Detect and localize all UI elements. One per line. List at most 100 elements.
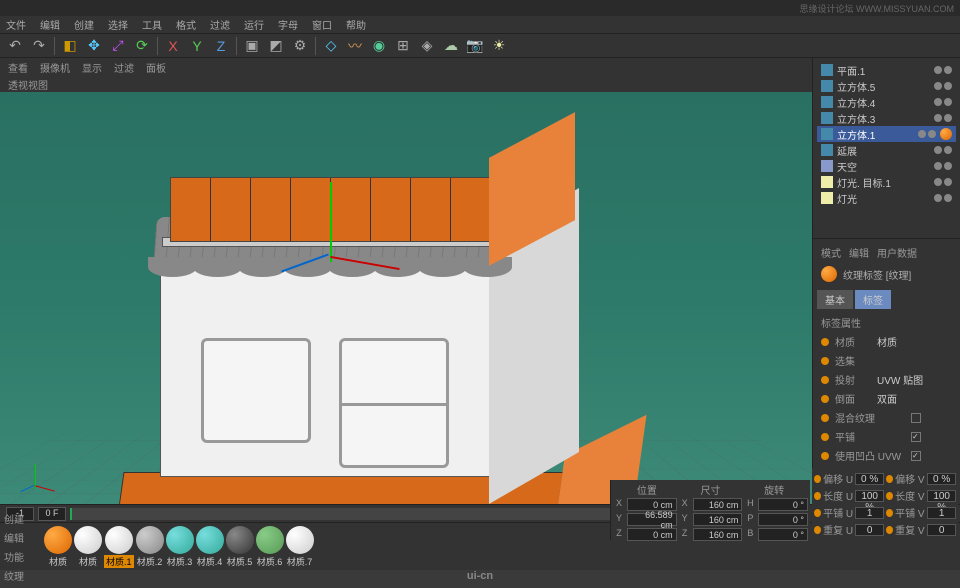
vp-menu-查看[interactable]: 查看	[8, 60, 28, 75]
material-tab[interactable]: 纹理	[0, 566, 40, 585]
add-deformer-icon[interactable]: ◈	[416, 35, 438, 57]
coord-header: 位置	[615, 482, 679, 497]
attr-value[interactable]: 双面	[877, 391, 952, 406]
num-value[interactable]: 0 %	[855, 473, 884, 485]
timeline-current-left[interactable]: 0 F	[38, 507, 66, 521]
rotate-tool-icon[interactable]: ⟳	[131, 35, 153, 57]
object-row[interactable]: 立方体.3	[817, 110, 956, 126]
menu-字母[interactable]: 字母	[278, 17, 298, 32]
material-tab[interactable]: 创建	[0, 509, 40, 528]
menu-编辑[interactable]: 编辑	[40, 17, 60, 32]
menu-帮助[interactable]: 帮助	[346, 17, 366, 32]
coord-size[interactable]: 160 cm	[693, 498, 743, 511]
material-item[interactable]: 材质.2	[136, 526, 164, 568]
render-settings-icon[interactable]: ⚙	[289, 35, 311, 57]
attr-head-item[interactable]: 模式	[821, 245, 841, 260]
object-row[interactable]: 灯光. 目标.1	[817, 174, 956, 190]
menu-文件[interactable]: 文件	[6, 17, 26, 32]
num-value[interactable]: 1	[855, 507, 884, 519]
num-value[interactable]: 100 %	[927, 490, 956, 502]
3d-viewport[interactable]: 网格间距 : 100 cm	[0, 92, 812, 504]
material-item[interactable]: 材质	[74, 526, 102, 568]
add-camera-icon[interactable]: 📷	[464, 35, 486, 57]
material-item[interactable]: 材质.1	[104, 526, 134, 568]
viewport-tab-label[interactable]: 透视视图	[8, 77, 48, 92]
object-row[interactable]: 立方体.5	[817, 78, 956, 94]
add-light-icon[interactable]: ☀	[488, 35, 510, 57]
menu-运行[interactable]: 运行	[244, 17, 264, 32]
object-row[interactable]: 天空	[817, 158, 956, 174]
axis-x-icon[interactable]: X	[162, 35, 184, 57]
vp-menu-过滤[interactable]: 过滤	[114, 60, 134, 75]
move-tool-icon[interactable]: ✥	[83, 35, 105, 57]
material-item[interactable]: 材质.3	[166, 526, 194, 568]
num-value[interactable]: 0 %	[927, 473, 956, 485]
menu-窗口[interactable]: 窗口	[312, 17, 332, 32]
add-spline-icon[interactable]: 〰	[344, 35, 366, 57]
material-ball-icon	[44, 526, 72, 554]
checkbox[interactable]	[911, 432, 921, 442]
attr-value[interactable]: 材质	[877, 334, 952, 349]
object-row[interactable]: 延展	[817, 142, 956, 158]
menu-选择[interactable]: 选择	[108, 17, 128, 32]
num-value[interactable]: 100 %	[855, 490, 884, 502]
coord-size[interactable]: 160 cm	[693, 528, 743, 541]
material-item[interactable]: 材质.4	[196, 526, 224, 568]
coord-pos[interactable]: 66.589 cm	[627, 513, 677, 526]
right-panel: 平面.1立方体.5立方体.4立方体.3立方体.1延展天空灯光. 目标.1灯光 模…	[812, 58, 960, 504]
add-cube-icon[interactable]: ◇	[320, 35, 342, 57]
menu-工具[interactable]: 工具	[142, 17, 162, 32]
render-icon[interactable]: ▣	[241, 35, 263, 57]
add-nurbs-icon[interactable]: ◉	[368, 35, 390, 57]
attr-label: 投射	[835, 372, 871, 387]
material-item[interactable]: 材质.7	[286, 526, 314, 568]
object-row[interactable]: 立方体.1	[817, 126, 956, 142]
coord-rot[interactable]: 0 °	[758, 513, 808, 526]
scale-tool-icon[interactable]: ⤢	[107, 35, 129, 57]
menu-创建[interactable]: 创建	[74, 17, 94, 32]
render-region-icon[interactable]: ◩	[265, 35, 287, 57]
material-item[interactable]: 材质.5	[226, 526, 254, 568]
material-item[interactable]: 材质	[44, 526, 72, 568]
transform-gizmo[interactable]	[300, 222, 360, 282]
menu-格式[interactable]: 格式	[176, 17, 196, 32]
material-tab[interactable]: 功能	[0, 547, 40, 566]
object-row[interactable]: 灯光	[817, 190, 956, 206]
vp-menu-面板[interactable]: 面板	[146, 60, 166, 75]
vp-menu-摄像机[interactable]: 摄像机	[40, 60, 70, 75]
coord-pos[interactable]: 0 cm	[627, 528, 677, 541]
object-manager[interactable]: 平面.1立方体.5立方体.4立方体.3立方体.1延展天空灯光. 目标.1灯光	[813, 58, 960, 238]
add-array-icon[interactable]: ⊞	[392, 35, 414, 57]
coord-size[interactable]: 160 cm	[693, 513, 743, 526]
add-environment-icon[interactable]: ☁	[440, 35, 462, 57]
select-live-icon[interactable]: ◧	[59, 35, 81, 57]
checkbox[interactable]	[911, 451, 921, 461]
num-value[interactable]: 0	[927, 524, 956, 536]
num-value[interactable]: 1	[927, 507, 956, 519]
attr-section-label: 标签属性	[817, 313, 956, 332]
menu-过滤[interactable]: 过滤	[210, 17, 230, 32]
undo-icon[interactable]: ↶	[4, 35, 26, 57]
redo-icon[interactable]: ↷	[28, 35, 50, 57]
axis-y-icon[interactable]: Y	[186, 35, 208, 57]
timeline-track[interactable]	[70, 508, 611, 520]
object-row[interactable]: 立方体.4	[817, 94, 956, 110]
cube-icon	[821, 64, 833, 76]
axis-z-icon[interactable]: Z	[210, 35, 232, 57]
coord-axis: X	[613, 498, 625, 511]
material-tag-icon[interactable]	[940, 128, 952, 140]
material-item[interactable]: 材质.6	[256, 526, 284, 568]
attr-head-item[interactable]: 用户数据	[877, 245, 917, 260]
checkbox[interactable]	[911, 413, 921, 423]
attr-value[interactable]: UVW 贴图	[877, 372, 952, 387]
material-tab[interactable]: 编辑	[0, 528, 40, 547]
object-row[interactable]: 平面.1	[817, 62, 956, 78]
coord-rot[interactable]: 0 °	[758, 498, 808, 511]
coord-rot[interactable]: 0 °	[758, 528, 808, 541]
attr-tab[interactable]: 标签	[855, 290, 891, 309]
vp-menu-显示[interactable]: 显示	[82, 60, 102, 75]
attr-head-item[interactable]: 编辑	[849, 245, 869, 260]
attr-tab[interactable]: 基本	[817, 290, 853, 309]
material-label: 材质.6	[257, 555, 283, 568]
num-value[interactable]: 0	[855, 524, 884, 536]
